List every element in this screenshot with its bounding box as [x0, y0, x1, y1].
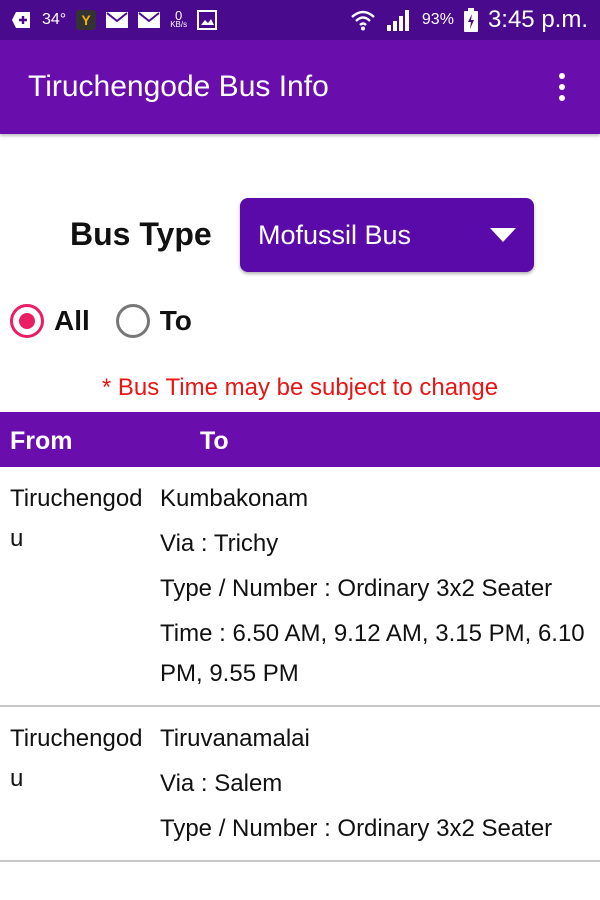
radio-checked-icon[interactable] — [10, 304, 44, 338]
network-speed-value: 0 — [175, 8, 183, 23]
overflow-dot — [559, 73, 565, 79]
battery-percent: 93% — [421, 11, 454, 28]
network-speed-unit: KB/s — [170, 20, 188, 29]
route-time: Time : 6.50 AM, 9.12 AM, 3.15 PM, 6.10 P… — [160, 620, 585, 687]
bus-time-notice: * Bus Time may be subject to change — [101, 374, 499, 401]
bus-type-label: Bus Type — [70, 216, 212, 252]
add-notification-icon — [12, 11, 32, 29]
route-via: Via : Trichy — [160, 530, 279, 557]
mail-icon — [138, 12, 161, 28]
mail-icon — [106, 12, 129, 28]
dropdown-arrow-icon — [490, 228, 516, 242]
route-details: Tiruvanamalai Via : Salem Type / Number … — [150, 719, 595, 854]
table-header: From To — [0, 412, 600, 467]
bus-type-selected-value: Mofussil Bus — [258, 219, 412, 250]
wifi-icon — [350, 9, 376, 31]
route-type: Type / Number : Ordinary 3x2 Seater — [160, 815, 553, 842]
column-header-from: From — [10, 427, 73, 455]
bus-type-dropdown[interactable]: Mofussil Bus — [240, 198, 534, 272]
radio-all[interactable]: All — [10, 304, 90, 338]
overflow-dot — [559, 95, 565, 101]
overflow-dot — [559, 84, 565, 90]
route-via: Via : Salem — [160, 770, 283, 797]
route-destination: Tiruvanamalai — [160, 725, 310, 752]
radio-to-label: To — [159, 305, 192, 336]
radio-all-label: All — [54, 305, 90, 336]
clock: 3:45 p.m. — [487, 6, 588, 33]
radio-unchecked-icon[interactable] — [115, 304, 150, 338]
app-bar: Tiruchengode Bus Info — [0, 40, 600, 134]
route-destination: Kumbakonam — [160, 485, 309, 512]
route-details: Kumbakonam Via : Trichy Type / Number : … — [150, 479, 595, 699]
svg-text:Y: Y — [82, 12, 92, 28]
app-y-icon: Y — [76, 10, 97, 30]
app-title: Tiruchengode Bus Info — [28, 70, 329, 103]
route-row[interactable]: Tiruchengodu Kumbakonam Via : Trichy Typ… — [0, 467, 600, 707]
status-bar: 34° Y 0 KB/s 93% 3:45 p.m. — [0, 0, 600, 40]
route-list: Tiruchengodu Kumbakonam Via : Trichy Typ… — [0, 467, 600, 862]
battery-charging-icon — [463, 8, 478, 32]
gallery-icon — [197, 10, 218, 30]
route-row[interactable]: Tiruchengodu Tiruvanamalai Via : Salem T… — [0, 707, 600, 862]
status-right: 93% 3:45 p.m. — [350, 6, 588, 34]
route-from: Tiruchengodu — [10, 485, 143, 552]
direction-radio-group: All To — [10, 304, 192, 338]
more-vert-icon[interactable] — [552, 73, 572, 101]
bus-type-row: Bus Type Mofussil Bus — [0, 198, 600, 274]
radio-to[interactable]: To — [115, 304, 192, 338]
status-left: 34° Y 0 KB/s — [12, 8, 218, 30]
column-header-to: To — [200, 427, 229, 455]
route-from: Tiruchengodu — [10, 725, 143, 792]
network-speed: 0 KB/s — [170, 8, 188, 29]
route-type: Type / Number : Ordinary 3x2 Seater — [160, 575, 553, 602]
signal-icon — [386, 9, 412, 31]
temperature: 34° — [42, 11, 67, 28]
